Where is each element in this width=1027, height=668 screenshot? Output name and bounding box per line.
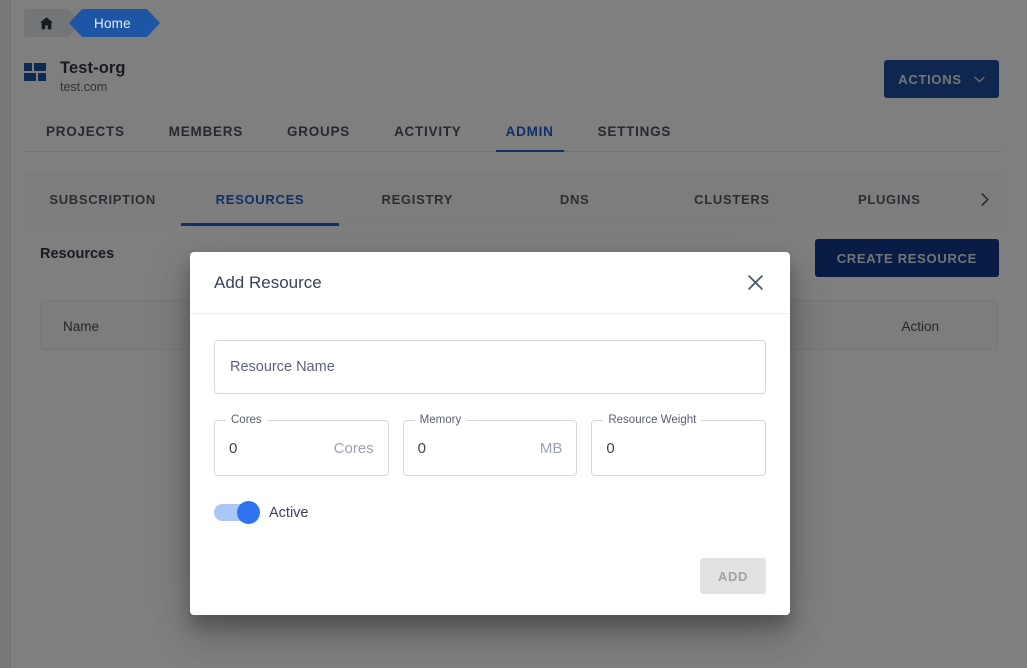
memory-field-label: Memory	[414, 413, 467, 428]
dialog-title: Add Resource	[214, 272, 322, 292]
toggle-knob	[237, 501, 260, 524]
memory-field-suffix: MB	[539, 439, 563, 457]
resource-name-placeholder: Resource Name	[230, 359, 335, 375]
breadcrumb-item-home[interactable]: Home	[69, 9, 160, 37]
close-icon	[747, 275, 763, 290]
resource-weight-field[interactable]: Resource Weight 0	[591, 413, 767, 476]
close-dialog-button[interactable]	[740, 268, 770, 298]
cores-field-value: 0	[229, 439, 238, 457]
active-toggle-label: Active	[269, 504, 309, 521]
dialog-body: Resource Name Cores 0 Cores Memory 0 MB …	[190, 314, 790, 524]
resource-weight-field-label: Resource Weight	[603, 413, 702, 428]
numeric-fields-row: Cores 0 Cores Memory 0 MB Resource Weigh…	[214, 413, 767, 476]
cores-field-suffix: Cores	[333, 439, 374, 457]
breadcrumb-item-label: Home	[94, 15, 131, 31]
active-toggle-row: Active	[214, 501, 766, 524]
dialog-header: Add Resource	[190, 252, 790, 314]
resource-name-input[interactable]: Resource Name	[214, 340, 766, 394]
add-button[interactable]: ADD	[700, 558, 766, 594]
cores-field[interactable]: Cores 0 Cores	[214, 413, 389, 476]
resource-weight-field-value: 0	[606, 439, 615, 457]
active-toggle[interactable]	[214, 501, 260, 524]
cores-field-label: Cores	[226, 413, 267, 428]
add-resource-dialog: Add Resource Resource Name Cores 0 Cores…	[190, 252, 790, 615]
memory-field[interactable]: Memory 0 MB	[402, 413, 578, 476]
memory-field-value: 0	[417, 439, 427, 457]
